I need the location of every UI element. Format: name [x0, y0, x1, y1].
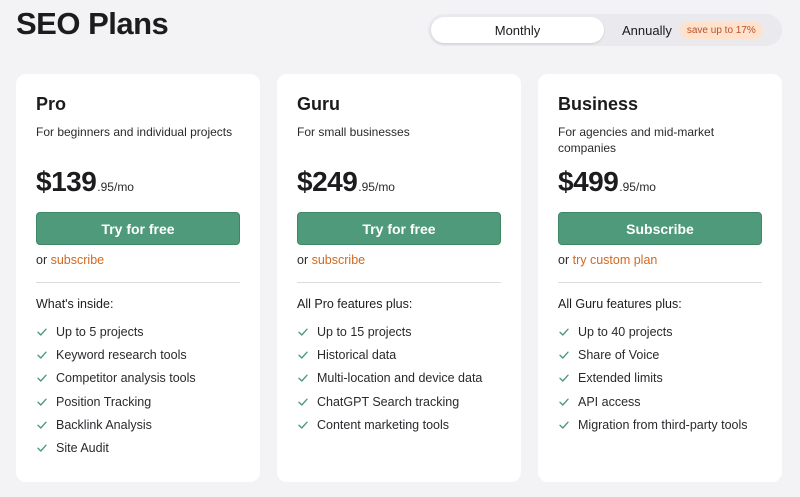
feature-item: Up to 15 projects — [297, 320, 482, 343]
feature-label: Competitor analysis tools — [56, 371, 196, 386]
features-heading: What's inside: — [36, 297, 114, 311]
monthly-label: Monthly — [494, 22, 541, 38]
plan-card-business: Business For agencies and mid-market com… — [538, 74, 782, 482]
feature-label: Keyword research tools — [56, 347, 187, 362]
price-amount: $139 — [36, 166, 97, 197]
features-heading: All Guru features plus: — [558, 297, 682, 311]
feature-label: Position Tracking — [56, 394, 152, 409]
feature-label: Up to 15 projects — [317, 324, 412, 339]
feature-list: Up to 5 projects Keyword research tools … — [36, 320, 196, 460]
plan-name: Pro — [36, 94, 67, 114]
price-amount: $499 — [558, 166, 619, 197]
subscribe-link[interactable]: subscribe — [51, 253, 105, 267]
feature-list: Up to 15 projects Historical data Multi-… — [297, 320, 482, 436]
alt-action-row: or subscribe — [36, 253, 104, 267]
check-icon — [37, 328, 47, 336]
annually-label: Annually — [622, 22, 672, 38]
feature-label: Up to 40 projects — [578, 324, 673, 339]
plan-card-guru: Guru For small businesses $249 .95/mo Tr… — [277, 74, 521, 482]
check-icon — [298, 421, 308, 429]
feature-item: Backlink Analysis — [36, 413, 196, 436]
feature-item: API access — [558, 390, 748, 413]
custom-plan-link[interactable]: try custom plan — [573, 253, 658, 267]
check-icon — [298, 351, 308, 359]
feature-item: Up to 5 projects — [36, 320, 196, 343]
feature-label: Historical data — [317, 347, 397, 362]
feature-item: Keyword research tools — [36, 343, 196, 366]
plan-description: For beginners and individual projects — [36, 125, 233, 139]
feature-item: Migration from third-party tools — [558, 413, 748, 436]
plan-price: $249 .95/mo — [297, 166, 395, 198]
divider — [297, 282, 501, 283]
annually-option[interactable]: Annually save up to 17% — [622, 17, 763, 43]
check-icon — [298, 374, 308, 382]
alt-action-row: or try custom plan — [558, 253, 657, 267]
feature-label: Migration from third-party tools — [578, 417, 748, 432]
save-badge: save up to 17% — [679, 21, 763, 39]
check-icon — [298, 328, 308, 336]
feature-label: Backlink Analysis — [56, 417, 152, 432]
feature-label: Share of Voice — [578, 347, 660, 362]
alt-prefix: or — [558, 253, 570, 267]
feature-item: Multi-location and device data — [297, 367, 482, 390]
features-heading: All Pro features plus: — [297, 297, 413, 311]
price-suffix: .95/mo — [358, 180, 395, 194]
check-icon — [37, 421, 47, 429]
feature-label: ChatGPT Search tracking — [317, 394, 460, 409]
plan-card-pro: Pro For beginners and individual project… — [16, 74, 260, 482]
price-amount: $249 — [297, 166, 358, 197]
subscribe-link[interactable]: subscribe — [312, 253, 366, 267]
check-icon — [559, 328, 569, 336]
feature-label: Site Audit — [56, 441, 109, 456]
feature-item: Content marketing tools — [297, 413, 482, 436]
feature-item: Position Tracking — [36, 390, 196, 413]
alt-action-row: or subscribe — [297, 253, 365, 267]
check-icon — [559, 374, 569, 382]
billing-period-toggle[interactable]: Monthly Annually save up to 17% — [428, 14, 782, 46]
feature-item: Historical data — [297, 343, 482, 366]
monthly-option[interactable]: Monthly — [431, 17, 604, 43]
feature-item: Competitor analysis tools — [36, 367, 196, 390]
price-suffix: .95/mo — [97, 180, 134, 194]
feature-item: Up to 40 projects — [558, 320, 748, 343]
check-icon — [37, 374, 47, 382]
feature-list: Up to 40 projects Share of Voice Extende… — [558, 320, 748, 436]
plan-description: For agencies and mid-market companies — [558, 125, 715, 155]
feature-label: API access — [578, 394, 641, 409]
feature-item: ChatGPT Search tracking — [297, 390, 482, 413]
try-for-free-button[interactable]: Try for free — [297, 212, 501, 245]
check-icon — [559, 351, 569, 359]
feature-item: Extended limits — [558, 367, 748, 390]
price-suffix: .95/mo — [619, 180, 656, 194]
feature-item: Share of Voice — [558, 343, 748, 366]
plan-price: $499 .95/mo — [558, 166, 656, 198]
check-icon — [559, 398, 569, 406]
feature-label: Multi-location and device data — [317, 371, 483, 386]
subscribe-button[interactable]: Subscribe — [558, 212, 762, 245]
plan-name: Business — [558, 94, 639, 114]
feature-item: Site Audit — [36, 436, 196, 459]
alt-prefix: or — [36, 253, 48, 267]
plan-name: Guru — [297, 94, 340, 114]
alt-prefix: or — [297, 253, 309, 267]
try-for-free-button[interactable]: Try for free — [36, 212, 240, 245]
check-icon — [37, 444, 47, 452]
divider — [558, 282, 762, 283]
feature-label: Extended limits — [578, 371, 663, 386]
feature-label: Up to 5 projects — [56, 324, 144, 339]
feature-label: Content marketing tools — [317, 417, 450, 432]
plan-description: For small businesses — [297, 125, 410, 139]
plan-price: $139 .95/mo — [36, 166, 134, 198]
check-icon — [37, 398, 47, 406]
divider — [36, 282, 240, 283]
check-icon — [298, 398, 308, 406]
check-icon — [37, 351, 47, 359]
page-title: SEO Plans — [16, 6, 169, 41]
check-icon — [559, 421, 569, 429]
